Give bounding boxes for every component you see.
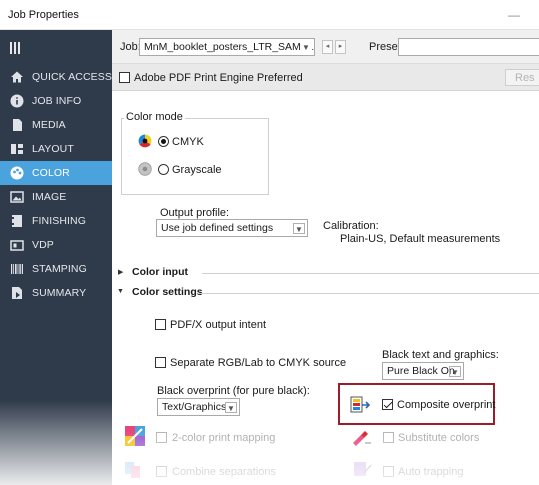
minimize-button[interactable]: — [508,8,520,22]
home-icon [10,70,24,84]
sidebar-item-label: IMAGE [32,191,67,203]
grayscale-label: Grayscale [172,164,222,176]
combine-separations-label: Combine separations [172,466,276,478]
sidebar-item-label: FINISHING [32,215,86,227]
calibration-value: Plain-US, Default measurements [340,233,501,245]
composite-overprint-icon [350,393,372,415]
sidebar-item-label: MEDIA [32,119,66,131]
chevron-down-icon: ▼ [449,366,461,377]
auto-trapping-checkbox[interactable] [383,466,394,477]
job-select-value: MnM_booklet_posters_LTR_SAMPLE [144,41,315,53]
pdfx-output-intent-checkbox[interactable] [155,319,166,330]
window-title: Job Properties [8,9,79,21]
vdp-icon [10,238,24,252]
separate-rgb-label: Separate RGB/Lab to CMYK source [170,357,347,369]
color-settings-section[interactable]: Color settings [132,286,203,298]
sidebar-item-finishing[interactable]: FINISHING [0,209,112,233]
sidebar-item-job-info[interactable]: JOB INFO [0,89,112,113]
job-label: Job: [120,41,141,53]
sidebar-item-layout[interactable]: LAYOUT [0,137,112,161]
separate-rgb-checkbox[interactable] [155,357,166,368]
reset-button[interactable]: Res [505,69,539,86]
pdf-engine-label: Adobe PDF Print Engine Preferred [134,72,303,84]
next-job-button[interactable]: ▸ [335,40,346,54]
sidebar-item-label: STAMPING [32,263,87,275]
color-icon [10,166,24,180]
sidebar-item-quick-access[interactable]: QUICK ACCESS [0,65,112,89]
grayscale-icon [138,162,152,176]
sidebar-item-stamping[interactable]: STAMPING [0,257,112,281]
summary-icon [10,286,24,300]
finishing-icon [10,214,24,228]
title-bar: Job Properties — [0,0,539,30]
two-color-mapping-checkbox[interactable] [156,432,167,443]
chevron-down-icon: ▼ [225,402,237,413]
substitute-colors-label: Substitute colors [398,432,480,444]
auto-trapping-label: Auto trapping [398,466,464,478]
combine-separations-icon [124,459,146,481]
sidebar-item-color[interactable]: COLOR [0,161,112,185]
sidebar-item-label: LAYOUT [32,143,74,155]
output-profile-select[interactable]: Use job defined settings ▼ [156,219,308,237]
sidebar-item-summary[interactable]: SUMMARY [0,281,112,305]
substitute-colors-icon [351,427,373,449]
section-divider [202,273,539,274]
two-color-mapping-icon [124,425,146,447]
sidebar-item-label: JOB INFO [32,95,82,107]
section-divider [198,293,539,294]
layout-icon [10,142,24,156]
color-input-section[interactable]: Color input [132,266,188,278]
output-profile-value: Use job defined settings [161,222,274,234]
job-toolbar: Job: MnM_booklet_posters_LTR_SAMPLE ▼ ◂ … [112,30,539,64]
color-settings-panel: Color mode CMYK Grayscale Output profile… [112,91,539,485]
presets-select[interactable] [398,38,539,56]
black-overprint-value: Text/Graphics [162,401,227,413]
sidebar: QUICK ACCESS JOB INFO MEDIA LAYOUT COLOR… [0,30,112,485]
composite-overprint-label: Composite overprint [397,399,496,411]
sidebar-item-label: COLOR [32,167,70,179]
sidebar-item-label: VDP [32,239,54,251]
composite-overprint-checkbox[interactable] [382,399,393,410]
color-mode-title: Color mode [124,111,185,123]
output-profile-label: Output profile: [160,207,230,219]
sidebar-item-label: QUICK ACCESS [32,71,112,83]
info-icon [10,94,24,108]
chevron-down-icon: ▼ [293,223,305,234]
sidebar-item-vdp[interactable]: VDP [0,233,112,257]
pdf-engine-bar: Adobe PDF Print Engine Preferred Res [112,64,539,91]
collapse-arrow-icon[interactable]: ▼ [117,288,124,295]
stamping-icon [10,262,24,276]
substitute-colors-checkbox[interactable] [383,432,394,443]
black-overprint-select[interactable]: Text/Graphics ▼ [157,398,240,416]
black-overprint-label: Black overprint (for pure black): [157,385,310,397]
pdfx-output-intent-label: PDF/X output intent [170,319,266,331]
black-text-value: Pure Black On [387,365,455,377]
sidebar-item-media[interactable]: MEDIA [0,113,112,137]
color-mode-group [121,118,269,195]
cmyk-label: CMYK [172,136,204,148]
combine-separations-checkbox[interactable] [156,466,167,477]
cmyk-radio[interactable] [158,136,169,147]
cmyk-icon [138,134,152,148]
page-icon [10,118,24,132]
black-text-label: Black text and graphics: [382,349,499,361]
job-select[interactable]: MnM_booklet_posters_LTR_SAMPLE ▼ [139,38,315,56]
grayscale-radio[interactable] [158,164,169,175]
previous-job-button[interactable]: ◂ [322,40,333,54]
sidebar-item-image[interactable]: IMAGE [0,185,112,209]
calibration-label: Calibration: [323,220,379,232]
sidebar-item-label: SUMMARY [32,287,87,299]
menu-icon[interactable] [10,42,22,56]
two-color-mapping-label: 2-color print mapping [172,432,276,444]
auto-trapping-icon [351,459,373,481]
black-text-select[interactable]: Pure Black On ▼ [382,362,464,380]
image-icon [10,190,24,204]
pdf-engine-checkbox[interactable] [119,72,130,83]
expand-arrow-icon[interactable]: ▶ [118,268,123,276]
chevron-down-icon: ▼ [300,42,312,53]
